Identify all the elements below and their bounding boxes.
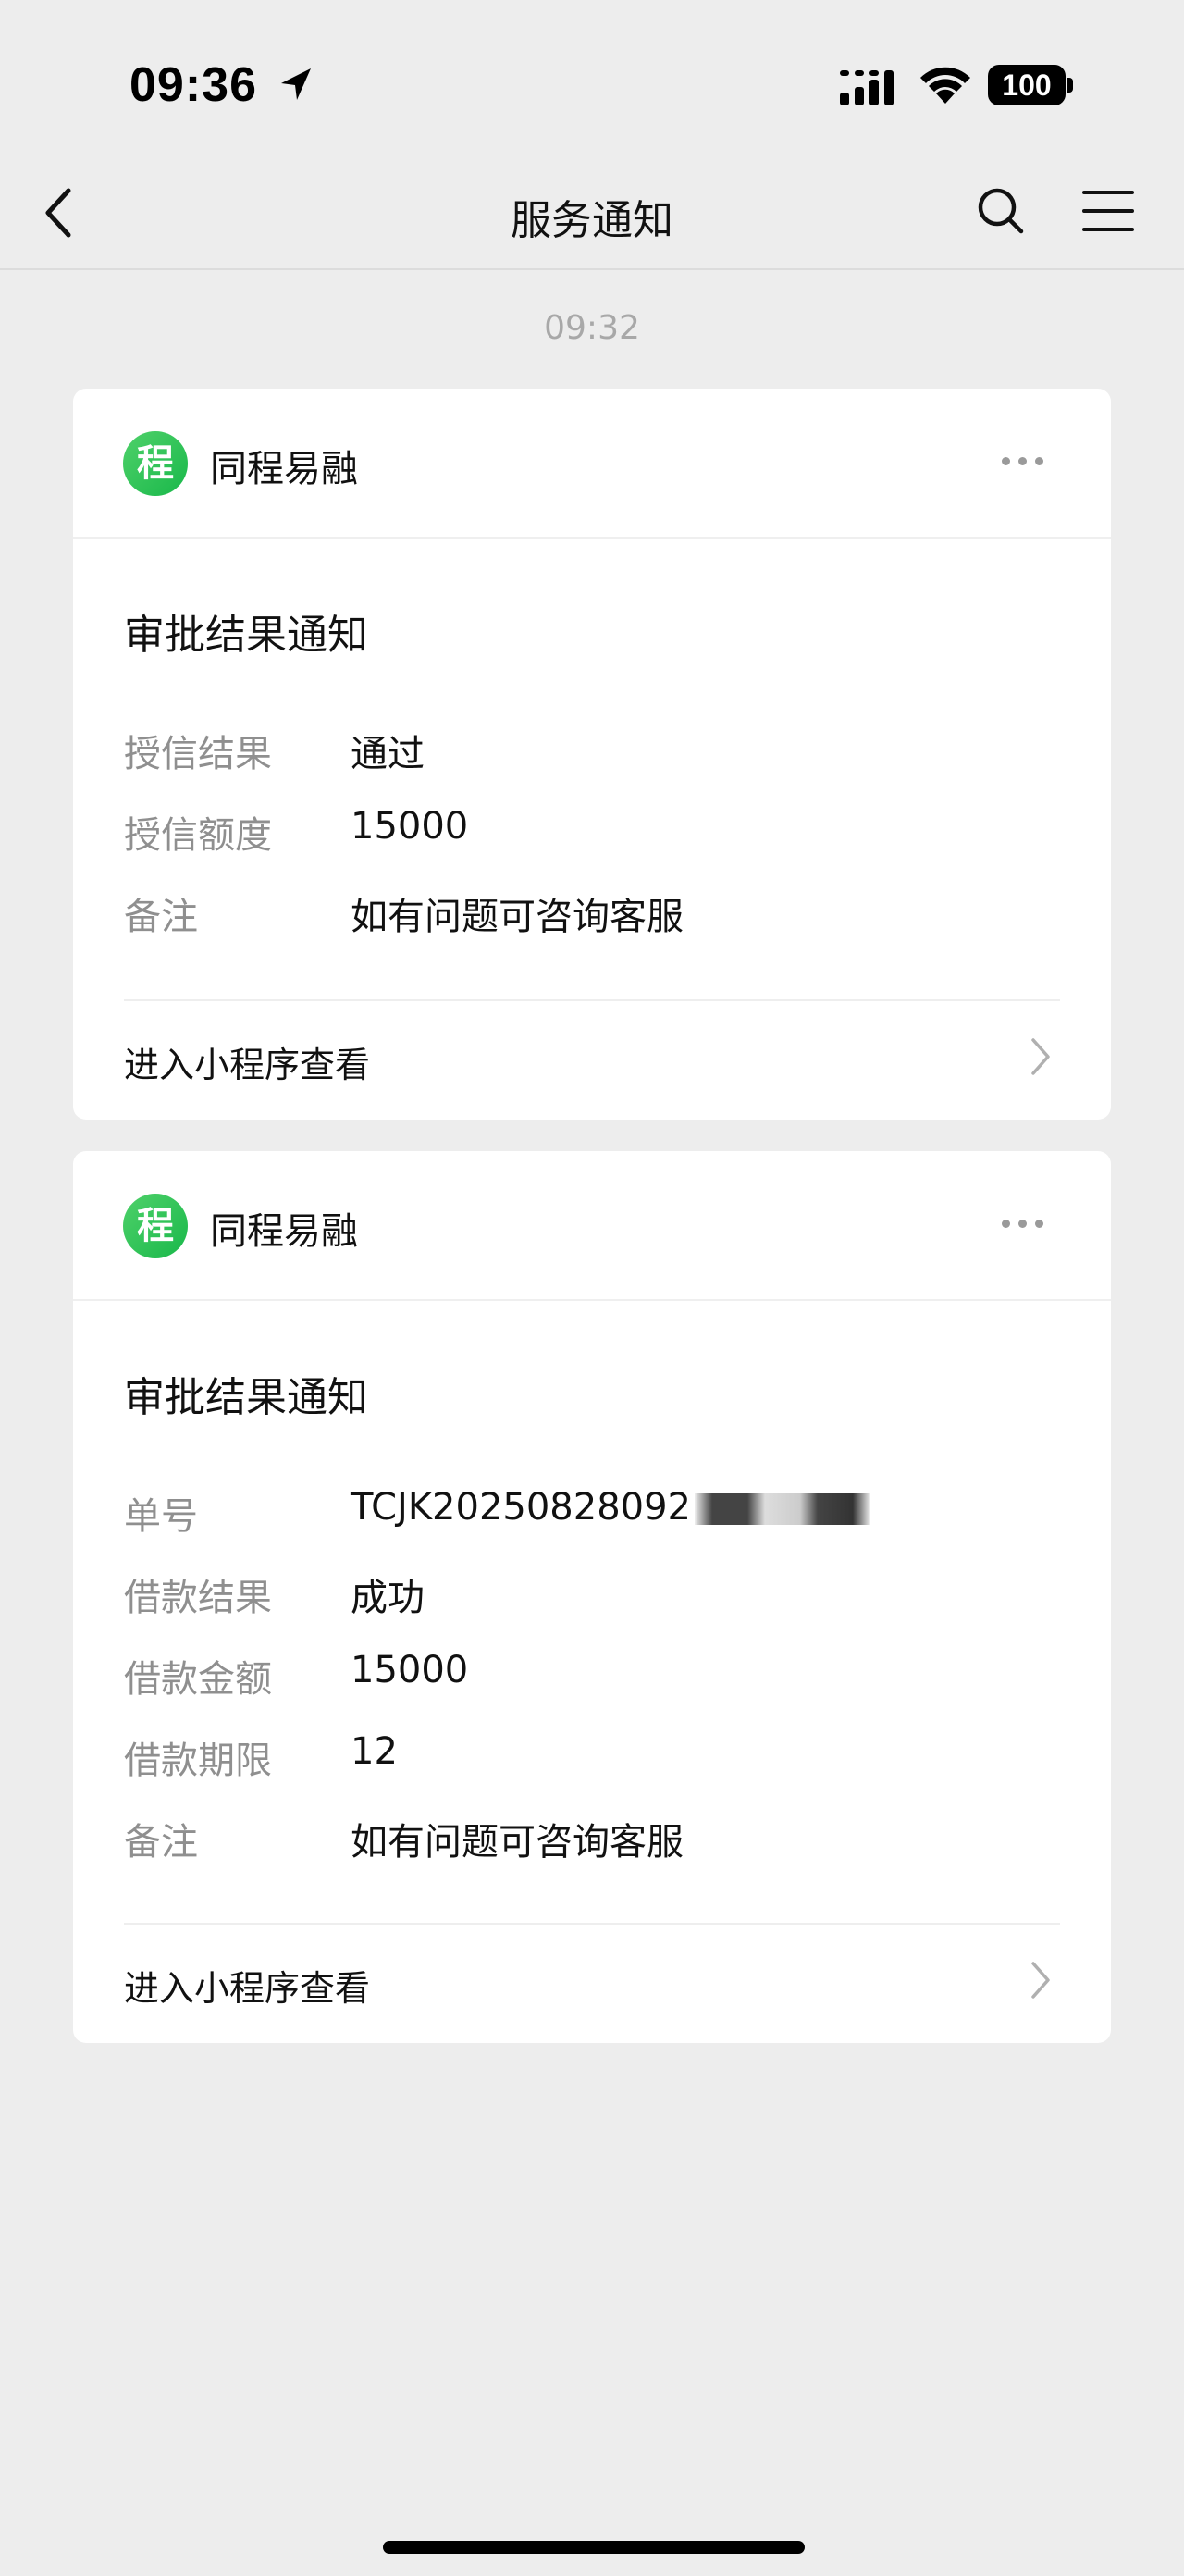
status-time: 09:36 [130,58,257,112]
menu-icon[interactable] [1079,185,1138,237]
field-label: 借款金额 [124,1658,272,1701]
battery-tip [1067,78,1073,93]
field-value: 15000 [351,805,469,848]
battery-indicator: 100 [988,65,1073,105]
home-indicator[interactable] [383,2541,805,2554]
field-label: 单号 [124,1495,198,1538]
chevron-right-icon[interactable] [1028,1960,1054,2000]
app-logo-icon: 程 [123,431,188,496]
field-label: 借款期限 [124,1740,272,1782]
wifi-icon [920,67,970,104]
field-value: 成功 [351,1577,425,1619]
notification-card: 程 同程易融 审批结果通知 单号 TCJK20250828092 借款结果 成功… [73,1151,1111,2043]
card-divider [124,999,1060,1001]
more-options-icon[interactable] [1002,1214,1054,1236]
field-value: 如有问题可咨询客服 [351,1821,684,1864]
message-timestamp: 09:32 [544,309,640,347]
app-name: 同程易融 [210,448,358,490]
field-label: 备注 [124,1821,198,1864]
more-options-icon[interactable] [1002,452,1054,474]
field-value: 12 [351,1730,398,1773]
card-divider [124,1923,1060,1925]
open-mini-program-link[interactable]: 进入小程序查看 [124,1960,370,2011]
chevron-right-icon[interactable] [1028,1036,1054,1077]
card-header[interactable]: 程 同程易融 [73,389,1111,539]
field-label: 借款结果 [124,1577,272,1619]
cellular-signal-icon [840,70,894,105]
card-title: 审批结果通知 [124,612,368,659]
field-value: 如有问题可咨询客服 [351,896,684,938]
status-bar: 09:36 100 [0,0,1184,157]
field-value: 通过 [351,733,425,775]
card-header[interactable]: 程 同程易融 [73,1151,1111,1301]
field-label: 备注 [124,896,198,938]
card-title: 审批结果通知 [124,1374,368,1421]
field-label: 授信额度 [124,814,272,857]
field-value: 15000 [351,1649,469,1691]
nav-bar: 服务通知 [0,157,1184,270]
redacted-area [695,1493,870,1525]
field-label: 授信结果 [124,733,272,775]
location-arrow-icon [281,68,311,100]
open-mini-program-link[interactable]: 进入小程序查看 [124,1036,370,1087]
app-logo-icon: 程 [123,1194,188,1258]
field-value: TCJK20250828092 [351,1486,691,1529]
battery-level: 100 [988,65,1066,105]
search-icon[interactable] [973,183,1029,239]
app-name: 同程易融 [210,1210,358,1253]
notification-card: 程 同程易融 审批结果通知 授信结果 通过 授信额度 15000 备注 如有问题… [73,389,1111,1120]
